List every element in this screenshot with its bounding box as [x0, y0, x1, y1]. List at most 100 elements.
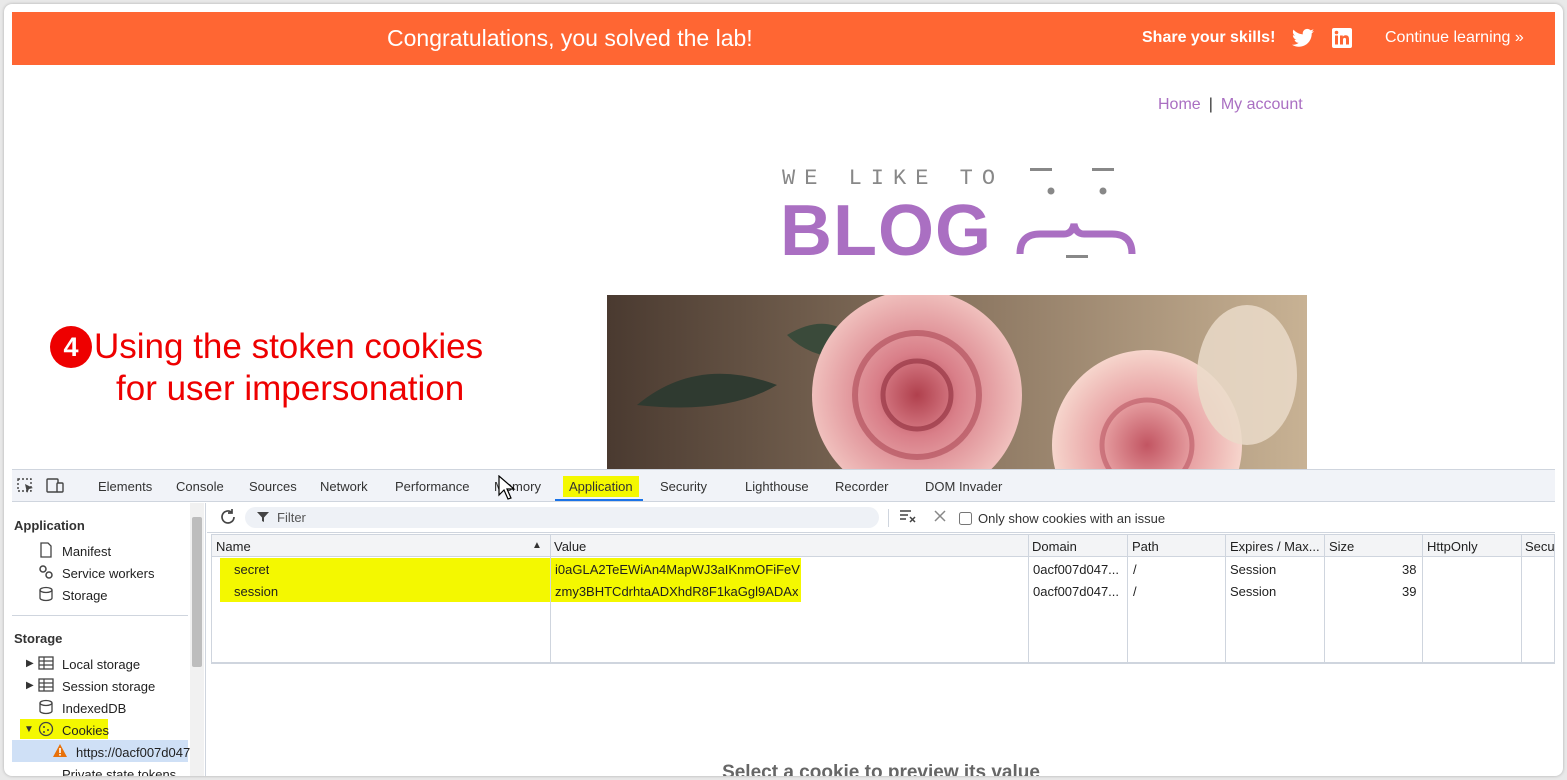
devtools-panel: Elements Console Sources Network Perform…	[12, 469, 1555, 776]
expand-arrow-icon[interactable]: ▶	[26, 680, 34, 691]
sidebar-item-cookies[interactable]: Cookies	[62, 723, 109, 738]
annotation-line-2: for user impersonation	[116, 369, 465, 408]
clear-filtered-cookies-icon[interactable]	[899, 508, 917, 524]
cookie-domain: 0acf007d047...	[1033, 562, 1120, 577]
tab-application[interactable]: Application	[563, 476, 639, 497]
mouse-cursor-icon	[498, 475, 516, 500]
application-sidebar: Application Manifest Service workers Sto…	[12, 503, 206, 776]
cookies-pane: Only show cookies with an issue Name ▲ V…	[207, 503, 1555, 776]
step-number-badge: 4	[50, 326, 92, 368]
tab-elements[interactable]: Elements	[98, 479, 152, 494]
annotation-line-1: Using the stoken cookies	[94, 327, 484, 366]
only-issues-input[interactable]	[959, 512, 972, 525]
cookie-path: /	[1133, 562, 1137, 577]
tab-security[interactable]: Security	[660, 479, 707, 494]
column-header-name[interactable]: Name	[216, 539, 251, 554]
tab-performance[interactable]: Performance	[395, 479, 469, 494]
sidebar-header-application: Application	[14, 518, 85, 533]
home-link[interactable]: Home	[1158, 96, 1201, 113]
table-row[interactable]: secret i0aGLA2TeEWiAn4MapWJ3aIKnmOFiFeV …	[212, 558, 1554, 580]
indexeddb-icon	[39, 699, 53, 715]
filter-input[interactable]	[277, 509, 857, 526]
table-header: Name ▲ Value Domain Path Expires / Max..…	[212, 535, 1555, 557]
column-header-path[interactable]: Path	[1132, 539, 1159, 554]
blog-hero-image	[607, 295, 1307, 469]
cookies-toolbar: Only show cookies with an issue	[207, 503, 1555, 533]
expand-arrow-icon[interactable]: ▶	[26, 658, 34, 669]
browser-page: Congratulations, you solved the lab! Sha…	[4, 4, 1563, 776]
only-issues-checkbox[interactable]: Only show cookies with an issue	[959, 511, 1165, 526]
filter-box	[245, 507, 879, 528]
sidebar-item-service-workers[interactable]: Service workers	[62, 566, 154, 581]
site-nav: Home | My account	[1158, 96, 1303, 114]
sidebar-divider	[12, 615, 188, 616]
congratulations-text: Congratulations, you solved the lab!	[387, 25, 753, 51]
twitter-icon[interactable]	[1292, 28, 1314, 48]
column-header-domain[interactable]: Domain	[1032, 539, 1077, 554]
table-row[interactable]: session zmy3BHTCdrhtaADXhdR8F1kaGgl9ADAx…	[212, 580, 1554, 602]
tab-dom-invader[interactable]: DOM Invader	[925, 479, 1002, 494]
column-header-httponly[interactable]: HttpOnly	[1427, 539, 1478, 554]
devtools-tab-bar: Elements Console Sources Network Perform…	[12, 470, 1555, 502]
cookie-size: 38	[1402, 562, 1417, 577]
continue-learning-link[interactable]: Continue learning »	[1385, 29, 1524, 47]
session-storage-icon	[38, 678, 54, 692]
cookie-expires: Session	[1230, 562, 1277, 577]
refresh-icon[interactable]	[219, 508, 237, 526]
cookie-preview-placeholder: Select a cookie to preview its value	[722, 762, 1040, 776]
tab-console[interactable]: Console	[176, 479, 224, 494]
sidebar-item-manifest[interactable]: Manifest	[62, 544, 111, 559]
column-header-secure[interactable]: Secure	[1525, 539, 1555, 554]
logo-tagline: WE LIKE TO	[782, 166, 1005, 191]
cookie-name: secret	[234, 562, 270, 577]
scrollbar-thumb[interactable]	[192, 517, 202, 667]
sidebar-scrollbar[interactable]	[190, 503, 204, 776]
warning-icon	[53, 744, 67, 757]
storage-db-icon	[39, 586, 53, 602]
cookie-value: zmy3BHTCdrhtaADXhdR8F1kaGgl9ADAx	[555, 584, 799, 599]
column-header-size[interactable]: Size	[1329, 539, 1354, 554]
tab-recorder[interactable]: Recorder	[835, 479, 888, 494]
step-annotation: 4 Using the stoken cookies for user imper…	[50, 326, 483, 410]
name-highlight	[220, 558, 550, 580]
active-tab-underline	[555, 499, 643, 501]
sidebar-header-storage: Storage	[14, 631, 63, 646]
column-header-expires[interactable]: Expires / Max...	[1230, 539, 1322, 554]
sidebar-item-private-state-tokens[interactable]: Private state tokens	[62, 767, 176, 776]
cookie-path: /	[1133, 584, 1137, 599]
cookie-domain: 0acf007d047...	[1033, 584, 1120, 599]
tab-lighthouse[interactable]: Lighthouse	[745, 479, 809, 494]
local-storage-icon	[38, 656, 54, 670]
device-toolbar-icon[interactable]	[46, 478, 64, 494]
sort-ascending-icon: ▲	[532, 540, 542, 551]
nav-separator: |	[1208, 96, 1213, 113]
logo-title: BLOG	[780, 191, 992, 271]
sidebar-item-indexeddb[interactable]: IndexedDB	[62, 701, 126, 716]
collapse-arrow-icon[interactable]: ▼	[24, 724, 34, 735]
manifest-icon	[40, 542, 52, 558]
cookie-size: 39	[1402, 584, 1417, 599]
sidebar-item-session-storage[interactable]: Session storage	[62, 679, 155, 694]
service-workers-icon	[39, 565, 53, 579]
column-header-value[interactable]: Value	[554, 539, 586, 554]
cookie-value: i0aGLA2TeEWiAn4MapWJ3aIKnmOFiFeV	[555, 562, 800, 577]
sidebar-item-local-storage[interactable]: Local storage	[62, 657, 140, 672]
cookie-icon	[38, 721, 54, 737]
delete-selected-icon[interactable]	[934, 510, 946, 522]
tab-sources[interactable]: Sources	[249, 479, 297, 494]
inspect-element-icon[interactable]	[17, 478, 35, 494]
filter-icon	[257, 512, 269, 522]
sidebar-item-storage[interactable]: Storage	[62, 588, 108, 603]
linkedin-icon[interactable]	[1332, 28, 1352, 48]
tab-network[interactable]: Network	[320, 479, 368, 494]
only-issues-label: Only show cookies with an issue	[978, 511, 1166, 526]
toolbar-separator	[888, 509, 889, 527]
logo-face-icon	[1016, 168, 1136, 258]
cookie-expires: Session	[1230, 584, 1277, 599]
cookies-table: Name ▲ Value Domain Path Expires / Max..…	[211, 534, 1555, 664]
cookie-name: session	[234, 584, 279, 599]
lab-solved-banner: Congratulations, you solved the lab! Sha…	[12, 12, 1555, 65]
share-skills-label: Share your skills!	[1142, 29, 1276, 46]
sidebar-item-cookie-origin[interactable]: https://0acf007d047	[76, 745, 190, 760]
my-account-link[interactable]: My account	[1221, 96, 1303, 113]
